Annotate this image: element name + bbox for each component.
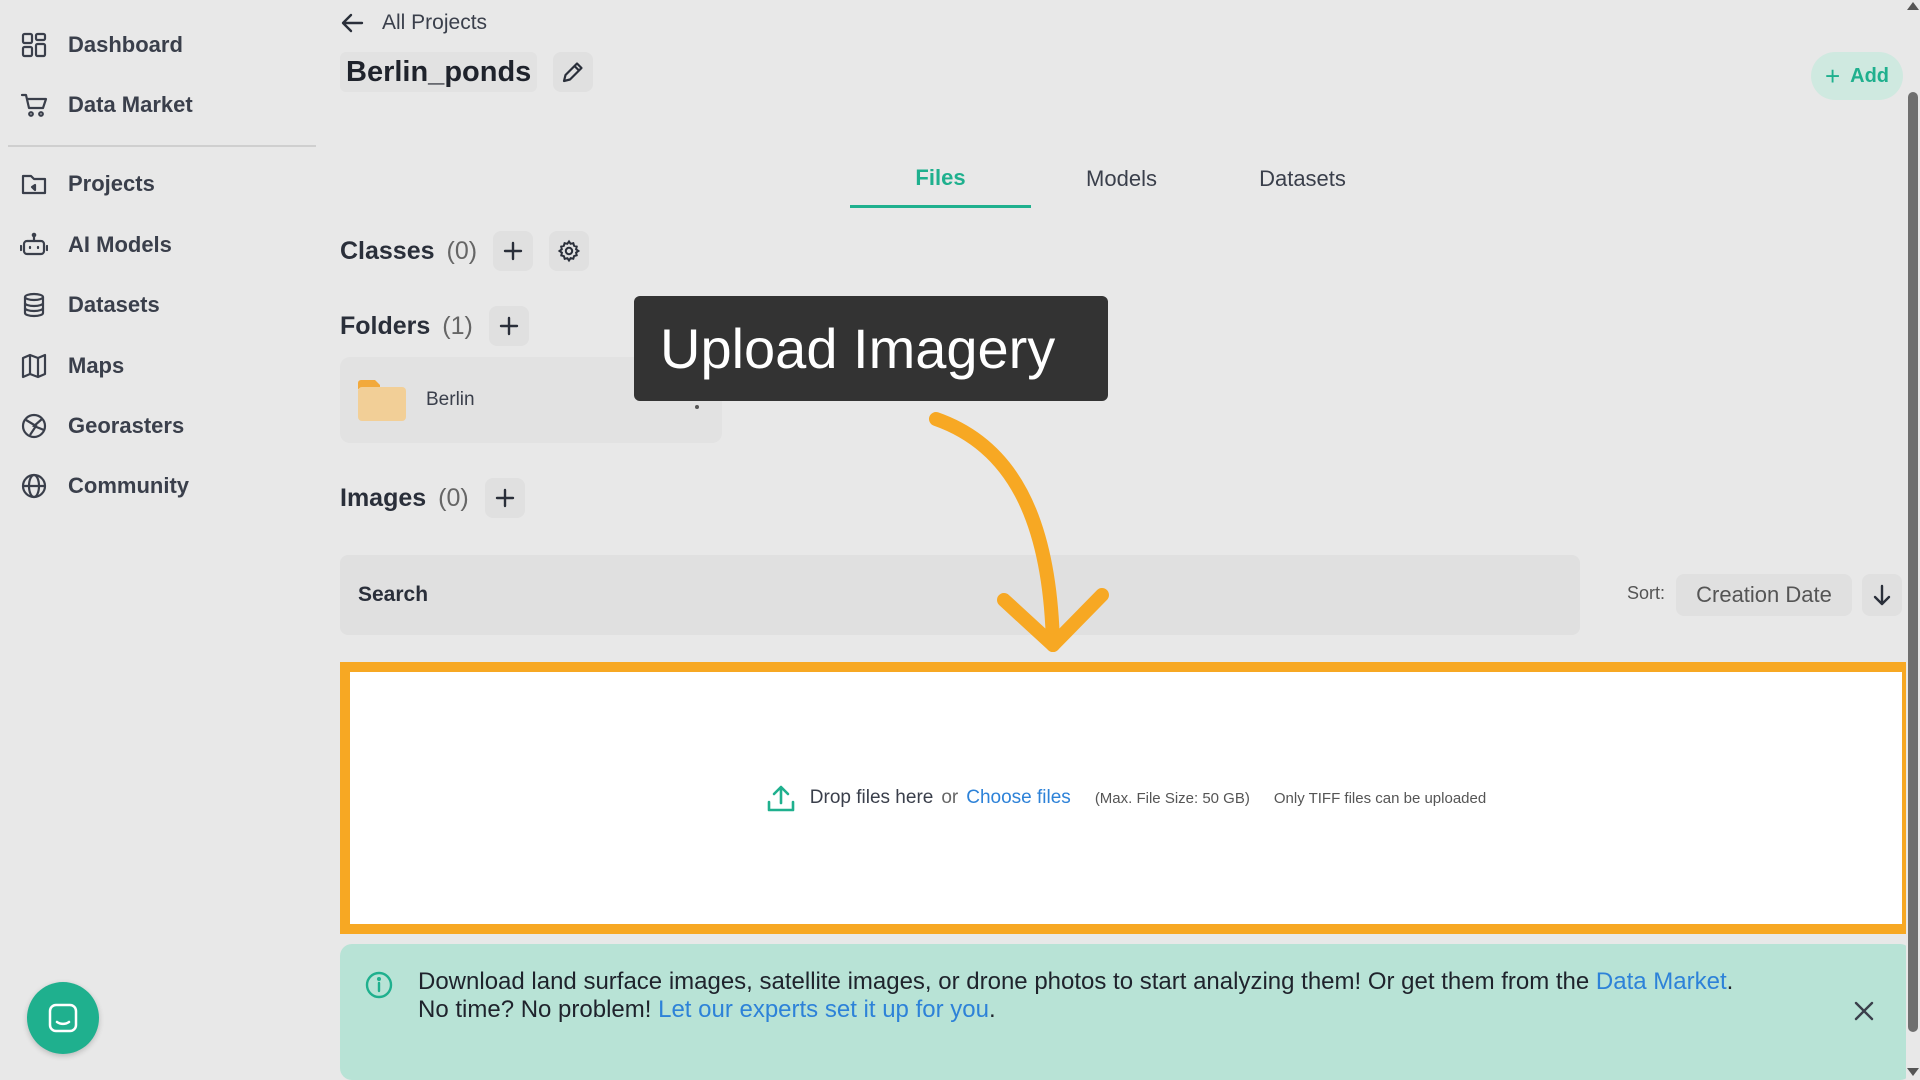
sidebar-item-label: Georasters: [68, 413, 185, 438]
plus-icon: [495, 488, 514, 508]
tab-files[interactable]: Files: [850, 150, 1031, 208]
sidebar-item-label: AI Models: [68, 232, 172, 257]
images-header: Images (0): [340, 478, 525, 518]
robot-icon: [20, 232, 48, 256]
folder-icon: [21, 174, 47, 195]
folder-name: Berlin: [426, 389, 475, 410]
close-icon[interactable]: [1852, 999, 1876, 1023]
sidebar-item-label: Dashboard: [68, 32, 183, 57]
classes-label: Classes: [340, 236, 435, 265]
callout-arrow-icon: [929, 412, 1109, 652]
cart-icon: [20, 93, 48, 117]
plus-icon: +: [1824, 61, 1841, 91]
tab-bar: Files Models Datasets: [850, 150, 1393, 210]
tab-models[interactable]: Models: [1031, 150, 1212, 208]
globe-grid-icon: [21, 413, 47, 439]
sidebar-item-label: Projects: [68, 171, 155, 196]
upload-icon: [767, 785, 795, 812]
add-class-button[interactable]: [493, 231, 534, 271]
sidebar-item-maps[interactable]: Maps: [20, 344, 310, 388]
classes-header: Classes (0): [340, 231, 590, 271]
sidebar-item-ai-models[interactable]: AI Models: [20, 223, 310, 267]
images-label: Images: [340, 483, 427, 512]
plus-icon: [499, 316, 519, 336]
sidebar-item-label: Datasets: [68, 292, 160, 317]
classes-count: (0): [446, 236, 478, 265]
tab-datasets[interactable]: Datasets: [1212, 150, 1393, 208]
sidebar-item-georasters[interactable]: Georasters: [20, 404, 310, 448]
upload-dropzone[interactable]: Drop files here or Choose files (Max. Fi…: [340, 662, 1912, 934]
banner-line-1-end: .: [1726, 968, 1734, 995]
max-file-size: (Max. File Size: 50 GB): [1094, 789, 1250, 807]
folders-header: Folders (1): [340, 306, 529, 346]
chat-icon: [48, 1003, 78, 1033]
sidebar-item-label: Maps: [68, 353, 125, 378]
file-type-note: Only TIFF files can be uploaded: [1273, 789, 1487, 807]
choose-files-link[interactable]: Choose files: [966, 787, 1071, 809]
drop-text: Drop files here: [809, 787, 934, 808]
sidebar-item-projects[interactable]: Projects: [20, 162, 310, 206]
class-settings-button[interactable]: [549, 231, 590, 271]
banner-line-2: No time? No problem!: [418, 996, 659, 1023]
banner-text: Download land surface images, satellite …: [418, 968, 1748, 1024]
add-image-button[interactable]: [484, 478, 525, 518]
folders-label: Folders: [340, 311, 431, 340]
map-icon: [21, 353, 47, 379]
drop-or-text: or: [941, 787, 959, 808]
sidebar-item-community[interactable]: Community: [20, 464, 310, 508]
banner-line-2-end: .: [988, 996, 996, 1023]
sidebar-item-dashboard[interactable]: Dashboard: [20, 23, 310, 67]
sidebar-item-data-market[interactable]: Data Market: [20, 83, 310, 127]
experts-link[interactable]: Let our experts set it up for you: [658, 996, 989, 1023]
sidebar: Dashboard Data Market Projects AI Models…: [0, 0, 320, 1080]
scroll-up-icon[interactable]: [1907, 2, 1919, 10]
scroll-down-icon[interactable]: [1907, 1068, 1919, 1076]
back-link[interactable]: All Projects: [340, 8, 487, 38]
project-title: Berlin_ponds: [340, 52, 538, 92]
scrollbar-thumb[interactable]: [1908, 92, 1918, 1032]
sidebar-item-label: Data Market: [68, 92, 193, 117]
upload-imagery-callout: Upload Imagery: [634, 296, 1108, 401]
arrow-down-icon: [1873, 584, 1891, 606]
add-button[interactable]: + Add: [1811, 52, 1903, 100]
pencil-icon: [562, 62, 583, 83]
edit-title-button[interactable]: [553, 52, 593, 92]
sidebar-item-label: Community: [68, 473, 189, 498]
database-icon: [23, 292, 45, 318]
dashboard-icon: [21, 32, 47, 58]
data-market-link[interactable]: Data Market: [1596, 968, 1727, 995]
sort-label: Sort:: [1627, 583, 1666, 603]
info-banner: Download land surface images, satellite …: [340, 944, 1912, 1080]
folders-count: (1): [442, 311, 473, 340]
chat-button[interactable]: [27, 982, 99, 1054]
add-button-label: Add: [1850, 64, 1890, 87]
back-link-label: All Projects: [382, 11, 488, 34]
sidebar-divider: [8, 145, 316, 147]
folder-icon: [358, 380, 406, 421]
gear-icon: [557, 239, 581, 263]
arrow-left-icon: [341, 13, 364, 33]
sidebar-item-datasets[interactable]: Datasets: [20, 283, 310, 327]
images-count: (0): [438, 483, 469, 512]
info-icon: [365, 971, 393, 999]
banner-line-1: Download land surface images, satellite …: [418, 968, 1596, 995]
sort-direction-button[interactable]: [1862, 574, 1902, 616]
sort-select[interactable]: Creation Date: [1676, 574, 1852, 616]
globe-icon: [21, 473, 47, 499]
add-folder-button[interactable]: [488, 306, 529, 346]
plus-icon: [503, 241, 523, 261]
